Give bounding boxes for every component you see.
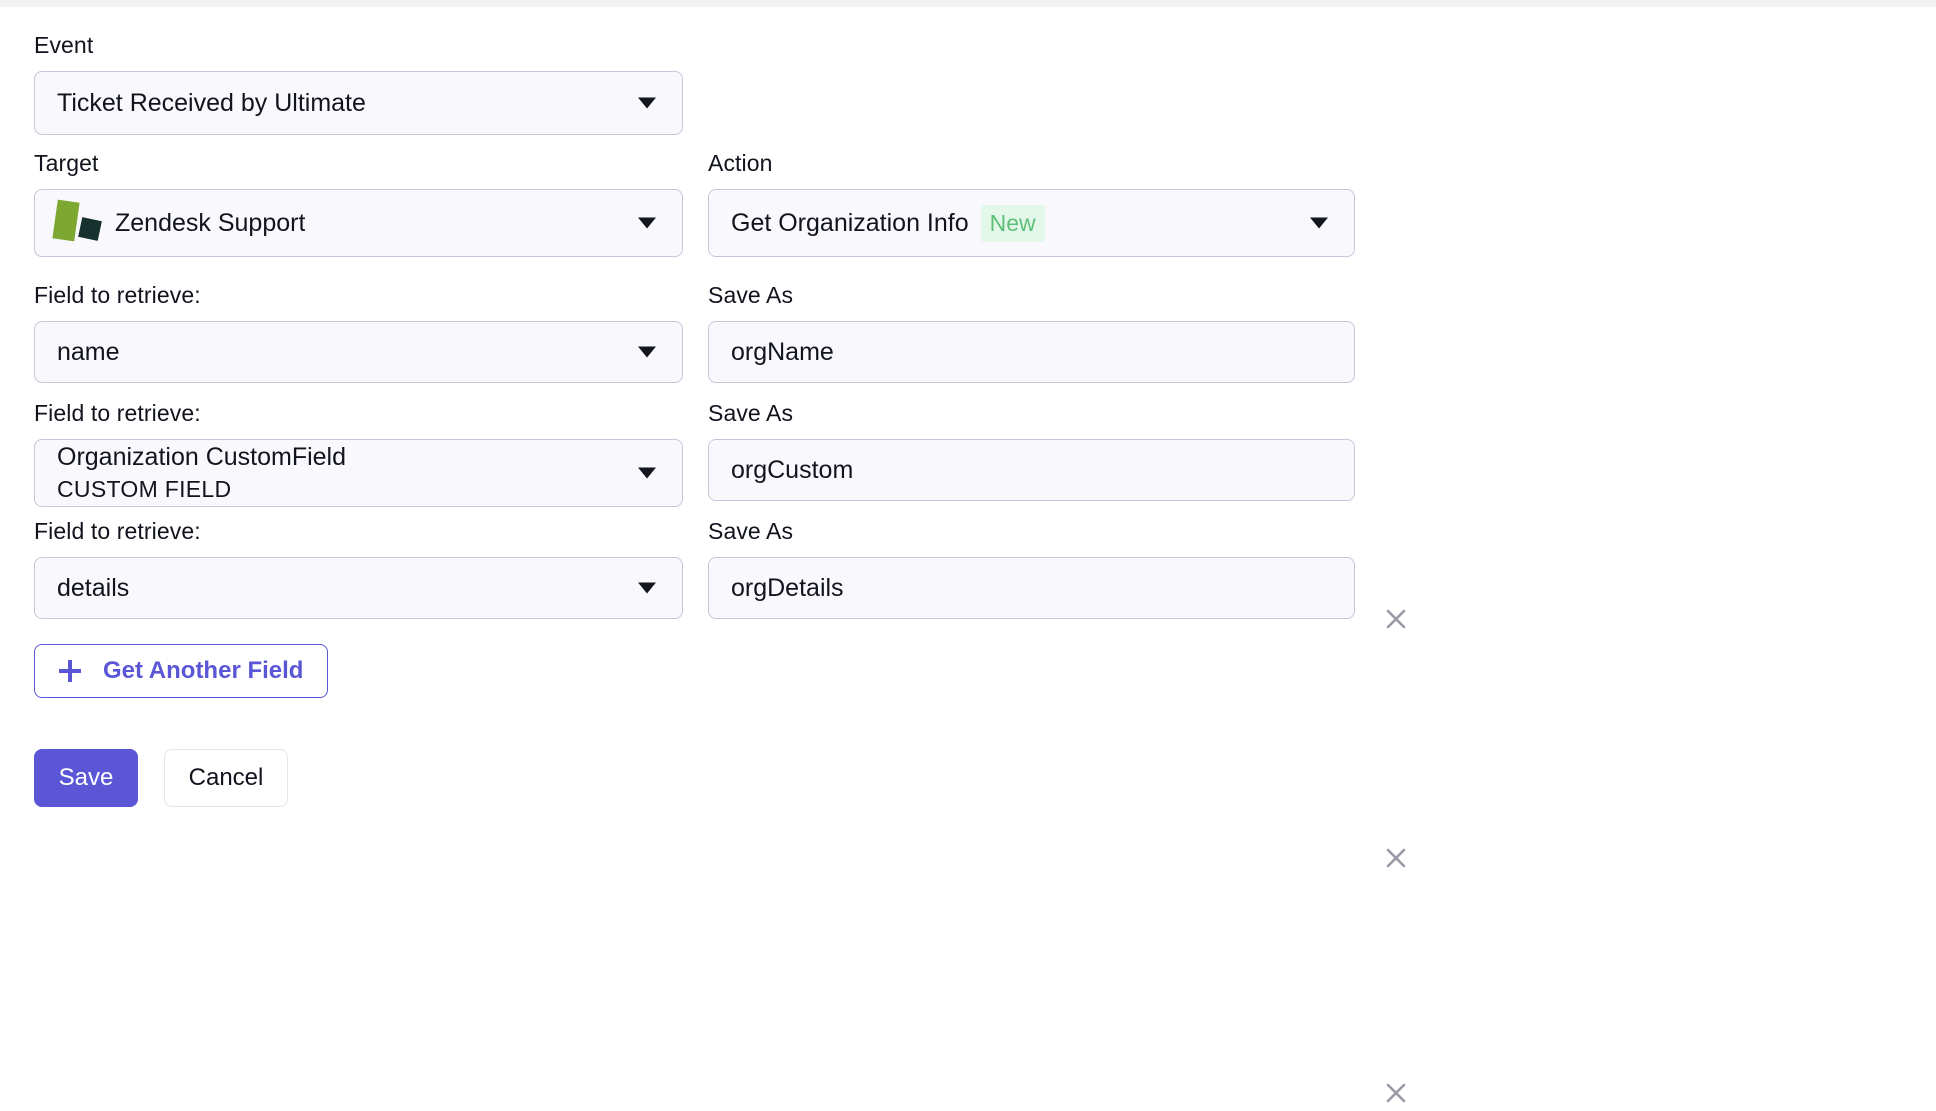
- chevron-down-icon: [1310, 217, 1328, 229]
- field-to-retrieve-select[interactable]: details: [34, 557, 683, 619]
- action-selected-value: Get Organization Info: [731, 208, 969, 237]
- field-to-retrieve-group: Field to retrieve: Organization CustomFi…: [34, 399, 683, 507]
- action-field-group: Action Get Organization Info New: [708, 149, 1355, 257]
- target-label: Target: [34, 150, 99, 176]
- field-to-retrieve-group: Field to retrieve: details: [34, 517, 683, 619]
- save-as-label: Save As: [708, 400, 794, 426]
- chevron-down-icon: [638, 346, 656, 358]
- remove-field-button[interactable]: [1378, 601, 1414, 637]
- event-field-group: Event Ticket Received by Ultimate: [34, 31, 683, 135]
- action-select[interactable]: Get Organization Info New: [708, 189, 1355, 257]
- field-to-retrieve-select[interactable]: Organization CustomField CUSTOM FIELD: [34, 439, 683, 507]
- event-selected-value: Ticket Received by Ultimate: [57, 88, 366, 117]
- save-as-input[interactable]: orgName: [708, 321, 1355, 383]
- field-to-retrieve-label: Field to retrieve:: [34, 282, 201, 308]
- chevron-down-icon: [638, 582, 656, 594]
- save-as-value: orgName: [731, 337, 834, 366]
- save-as-label: Save As: [708, 518, 794, 544]
- footer-actions: Save Cancel: [34, 749, 288, 807]
- field-to-retrieve-label: Field to retrieve:: [34, 400, 201, 426]
- close-icon: [1386, 609, 1406, 629]
- target-selected-value: Zendesk Support: [115, 208, 306, 237]
- save-button[interactable]: Save: [34, 749, 138, 807]
- target-select[interactable]: Zendesk Support: [34, 189, 683, 257]
- chevron-down-icon: [638, 467, 656, 479]
- status-badge-new: New: [980, 204, 1045, 242]
- chevron-down-icon: [638, 217, 656, 229]
- close-icon: [1386, 1083, 1406, 1103]
- field-to-retrieve-value: Organization CustomField: [57, 443, 347, 471]
- save-as-value: orgDetails: [731, 573, 844, 602]
- field-to-retrieve-label: Field to retrieve:: [34, 518, 201, 544]
- close-icon: [1386, 848, 1406, 868]
- plus-icon: [59, 660, 81, 682]
- workflow-step-editor: Event Ticket Received by Ultimate Target…: [0, 7, 1936, 1103]
- target-field-group: Target Zendesk Support: [34, 149, 683, 257]
- action-label: Action: [708, 150, 773, 176]
- field-to-retrieve-group: Field to retrieve: name: [34, 281, 683, 383]
- save-as-input[interactable]: orgCustom: [708, 439, 1355, 501]
- remove-field-button[interactable]: [1378, 840, 1414, 876]
- cancel-button[interactable]: Cancel: [164, 749, 288, 807]
- get-another-field-button[interactable]: Get Another Field: [34, 644, 329, 698]
- field-to-retrieve-value: name: [57, 337, 120, 366]
- save-as-value: orgCustom: [731, 455, 854, 484]
- get-another-field-label: Get Another Field: [103, 657, 304, 684]
- save-as-group: Save As orgCustom: [708, 399, 1355, 501]
- top-divider-strip: [0, 0, 1936, 7]
- zendesk-logo-icon: [52, 199, 102, 245]
- field-to-retrieve-subvalue: CUSTOM FIELD: [57, 476, 232, 502]
- event-select[interactable]: Ticket Received by Ultimate: [34, 71, 683, 135]
- event-label: Event: [34, 32, 94, 58]
- field-to-retrieve-value: details: [57, 573, 130, 602]
- save-as-group: Save As orgDetails: [708, 517, 1355, 619]
- save-as-label: Save As: [708, 282, 794, 308]
- save-as-input[interactable]: orgDetails: [708, 557, 1355, 619]
- save-as-group: Save As orgName: [708, 281, 1355, 383]
- chevron-down-icon: [638, 97, 656, 109]
- remove-field-button[interactable]: [1378, 1075, 1414, 1111]
- field-to-retrieve-select[interactable]: name: [34, 321, 683, 383]
